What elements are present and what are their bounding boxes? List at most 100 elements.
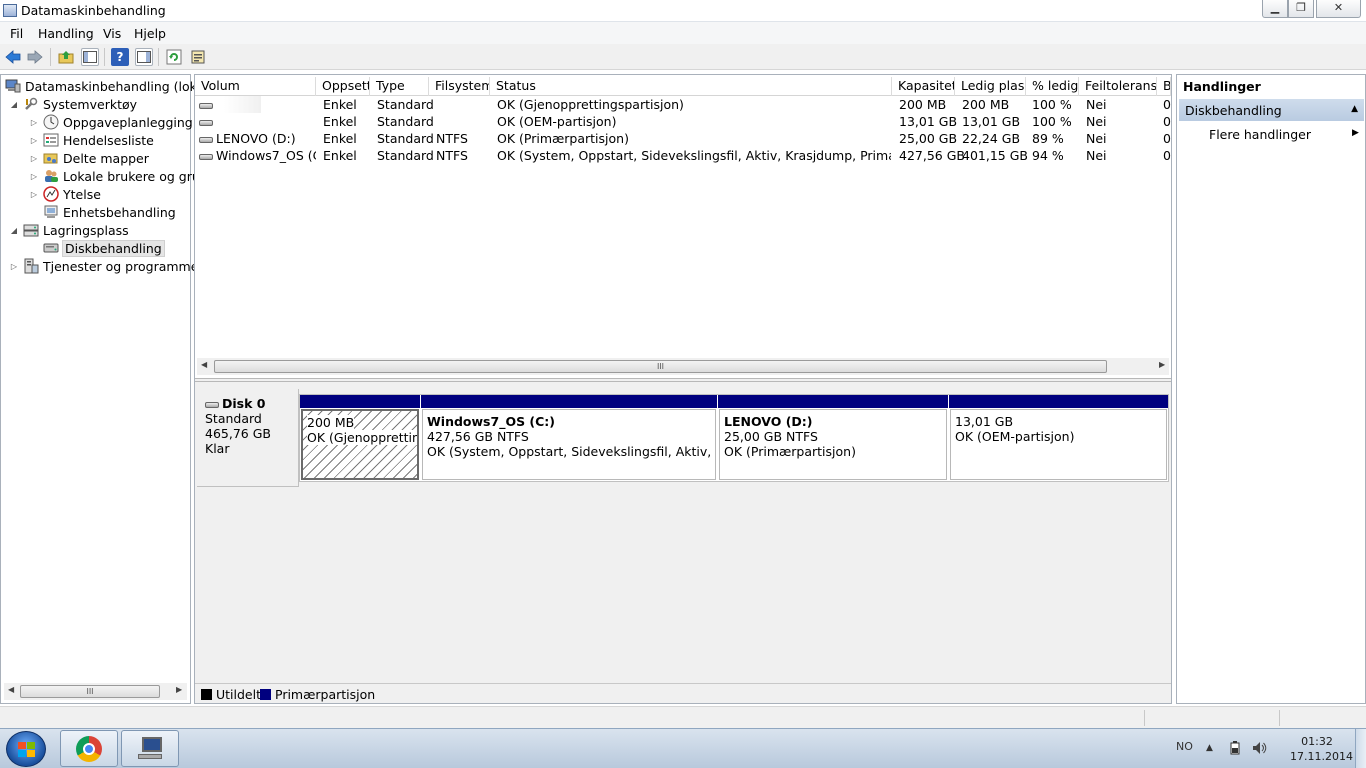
percent-free-cell: 100 % [1032,114,1072,129]
column-header-filesystem[interactable]: Filsystem [429,77,490,96]
tree-item-system-tools[interactable]: ◢ Systemverktøy [9,95,137,113]
minimize-button[interactable]: ▁ [1262,0,1288,18]
collapse-arrow-icon[interactable]: ◢ [9,226,19,235]
tree-label: Hendelsesliste [63,132,154,148]
computer-management-icon [5,78,21,94]
tree-item-shared-folders[interactable]: ▷ Delte mapper [29,149,149,167]
filesystem-cell: NTFS [436,148,468,163]
tree-item-task-scheduler[interactable]: ▷ Oppgaveplanlegging [29,113,193,131]
legend-swatch-unallocated [201,689,212,700]
tree-label: Datamaskinbehandling (lokal) [25,78,213,94]
up-folder-icon[interactable] [57,48,75,66]
more-actions-item[interactable]: Flere handlinger [1209,127,1311,142]
tree-item-disk-management[interactable]: Diskbehandling [43,239,165,257]
event-viewer-icon [43,132,59,148]
back-arrow-icon[interactable] [4,48,22,66]
layout-cell: Enkel [323,131,357,146]
volume-cell: LENOVO (D:) [199,130,316,147]
partition-body: LENOVO (D:) 25,00 GB NTFS OK (Primærpart… [719,409,947,480]
actions-section-label: Diskbehandling [1185,103,1282,118]
expand-arrow-icon[interactable]: ▷ [29,154,39,163]
column-header-layout[interactable]: Oppsett [316,77,370,96]
collapse-up-icon[interactable]: ▲ [1351,104,1358,114]
actions-section-header[interactable]: Diskbehandling ▲ [1179,99,1364,121]
battery-icon[interactable] [1230,741,1240,758]
column-header-status[interactable]: Status [490,77,892,96]
scroll-right-icon[interactable]: ▶ [1159,360,1165,369]
scroll-left-icon[interactable]: ◀ [201,360,207,369]
tree-item-performance[interactable]: ▷ Ytelse [29,185,101,203]
column-header-volume[interactable]: Volum [195,77,316,96]
taskbar-chrome-button[interactable] [60,730,118,767]
tree-item-device-manager[interactable]: Enhetsbehandling [43,203,176,221]
partition-recovery[interactable]: 200 MB OK (Gjenopprettingspartisjon) [300,395,420,481]
expand-arrow-icon[interactable]: ▷ [29,190,39,199]
disk-management-pane: Volum Oppsett Type Filsystem Status Kapa… [194,74,1172,704]
language-indicator[interactable]: NO [1176,740,1193,753]
overhead-cell: 0' [1163,148,1171,163]
expand-arrow-icon[interactable]: ▷ [9,262,19,271]
show-hide-console-tree-icon[interactable] [81,48,99,66]
partition-size: 13,01 GB [955,414,1014,429]
expand-arrow-icon[interactable]: ▷ [29,118,39,127]
taskbar-computer-management-button[interactable] [121,730,179,767]
actions-title: Handlinger [1183,79,1261,94]
menu-file[interactable]: Fil [10,26,23,41]
scrollbar-thumb[interactable]: III [214,360,1107,373]
overhead-cell: 0' [1163,97,1171,112]
disk-status: Klar [205,441,230,456]
volume-row[interactable]: Enkel Standard OK (Gjenopprettingspartis… [195,96,1171,113]
computer-management-icon [136,736,164,761]
partition-size: 200 MB [307,415,355,430]
column-header-percent-free[interactable]: % ledig [1026,77,1079,96]
partition-lenovo[interactable]: LENOVO (D:) 25,00 GB NTFS OK (Primærpart… [718,395,948,481]
menu-help[interactable]: Hjelp [134,26,166,41]
show-desktop-button[interactable] [1355,729,1366,768]
tree-item-root[interactable]: Datamaskinbehandling (lokal) [5,77,213,95]
column-header-overhead[interactable]: B [1157,77,1171,96]
menu-action[interactable]: Handling [38,26,94,41]
tree-item-event-viewer[interactable]: ▷ Hendelsesliste [29,131,154,149]
tree-item-services[interactable]: ▷ Tjenester og programmer [9,257,204,275]
expand-arrow-icon[interactable]: ▷ [29,172,39,181]
menu-view[interactable]: Vis [103,26,121,41]
partition-oem[interactable]: 13,01 GB OK (OEM-partisjon) [949,395,1168,481]
tree-item-storage[interactable]: ◢ Lagringsplass [9,221,129,239]
volume-disk-icon [199,153,213,160]
scrollbar-thumb[interactable]: III [20,685,160,698]
volume-disk-icon [199,119,213,126]
status-bar [0,706,1366,728]
tree-horizontal-scrollbar[interactable]: ◀ III ▶ [4,683,187,700]
show-hide-action-pane-icon[interactable] [135,48,153,66]
properties-icon[interactable] [189,48,207,66]
expand-arrow-icon[interactable]: ▷ [29,136,39,145]
volume-row[interactable]: LENOVO (D:) Enkel Standard NTFS OK (Prim… [195,130,1171,147]
maximize-button[interactable]: ❐ [1288,0,1314,18]
show-hidden-icons-icon[interactable]: ▲ [1206,743,1213,753]
partition-color-bar [300,395,420,408]
column-header-fault-tolerance[interactable]: Feiltoleranse [1079,77,1157,96]
status-cell: OK (OEM-partisjon) [497,114,617,129]
scroll-left-icon[interactable]: ◀ [8,685,14,694]
disk-type: Standard [205,411,262,426]
scroll-right-icon[interactable]: ▶ [176,685,182,694]
collapse-arrow-icon[interactable]: ◢ [9,100,19,109]
help-icon[interactable]: ? [111,48,129,66]
close-button[interactable]: ✕ [1316,0,1361,18]
refresh-icon[interactable] [165,48,183,66]
submenu-arrow-icon[interactable]: ▶ [1352,128,1359,138]
column-header-capacity[interactable]: Kapasitet [892,77,955,96]
column-header-type[interactable]: Type [370,77,429,96]
status-cell: OK (Gjenopprettingspartisjon) [497,97,684,112]
volume-row[interactable]: Windows7_OS (C:) Enkel Standard NTFS OK … [195,147,1171,164]
start-button[interactable] [6,731,46,767]
volume-list-horizontal-scrollbar[interactable]: ◀ III ▶ [197,358,1169,375]
clock[interactable]: 01:32 17.11.2014 [1290,734,1353,764]
partition-color-bar [718,395,948,408]
volume-icon[interactable] [1252,741,1268,758]
column-header-free-space[interactable]: Ledig plass [955,77,1026,96]
partition-windows[interactable]: Windows7_OS (C:) 427,56 GB NTFS OK (Syst… [421,395,717,481]
disk-info-box[interactable]: Disk 0 Standard 465,76 GB Klar [197,389,299,487]
volume-row[interactable]: Enkel Standard OK (OEM-partisjon) 13,01 … [195,113,1171,130]
forward-arrow-icon[interactable] [26,48,44,66]
